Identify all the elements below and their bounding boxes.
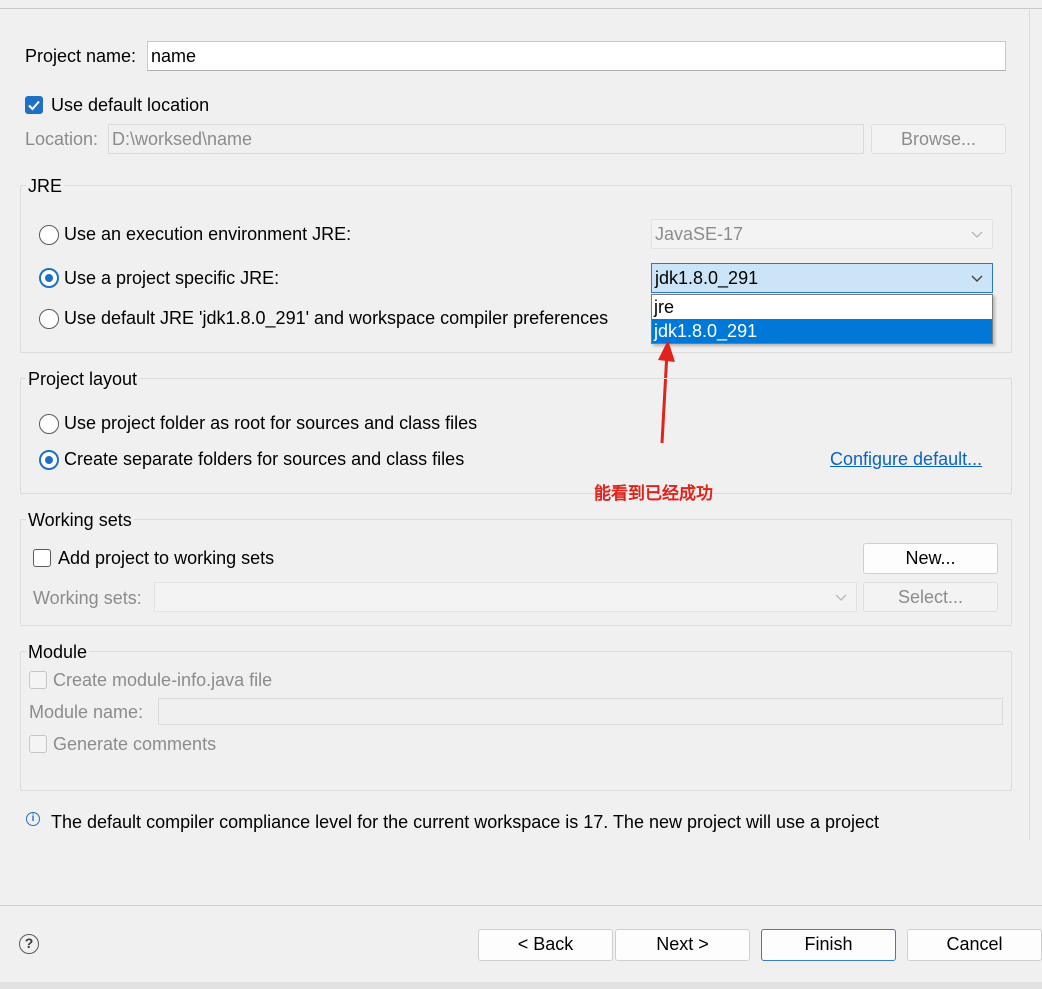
location-input[interactable]: D:\worksed\name — [108, 124, 864, 154]
jre-dropdown-list: jre jdk1.8.0_291 — [651, 294, 993, 344]
cancel-button[interactable]: Cancel — [907, 929, 1042, 961]
working-sets-label: Working sets: — [33, 588, 142, 608]
right-scroll-track — [1029, 10, 1030, 840]
layout-root-label: Use project folder as root for sources a… — [64, 413, 478, 433]
project-specific-jre-select[interactable]: jdk1.8.0_291 — [651, 263, 993, 293]
module-group-label: Module — [26, 641, 90, 663]
generate-comments-checkbox[interactable] — [29, 735, 47, 753]
layout-root-radio[interactable] — [39, 414, 59, 434]
success-annotation: 能看到已经成功 — [594, 484, 713, 503]
jre-execution-env-label: Use an execution environment JRE: — [64, 224, 352, 244]
chevron-down-icon — [971, 275, 983, 282]
project-name-label: Project name: — [25, 46, 137, 66]
checkmark-icon — [28, 100, 40, 111]
finish-button[interactable]: Finish — [761, 929, 896, 961]
project-specific-jre-value: jdk1.8.0_291 — [655, 268, 759, 288]
project-layout-group-label: Project layout — [26, 368, 140, 390]
jre-execution-env-radio[interactable] — [39, 225, 59, 245]
jre-project-specific-label: Use a project specific JRE: — [64, 268, 280, 288]
project-name-input[interactable]: name — [147, 41, 1006, 71]
add-to-working-sets-label: Add project to working sets — [58, 548, 275, 568]
jre-dropdown-option-jdk[interactable]: jdk1.8.0_291 — [652, 319, 992, 343]
layout-separate-label: Create separate folders for sources and … — [64, 449, 465, 469]
working-sets-group-label: Working sets — [26, 509, 134, 531]
generate-comments-label: Generate comments — [53, 734, 217, 754]
compliance-info-message: The default compiler compliance level fo… — [51, 812, 880, 832]
create-module-info-checkbox[interactable] — [29, 671, 47, 689]
top-divider — [0, 8, 1042, 9]
execution-env-value: JavaSE-17 — [655, 224, 744, 244]
browse-button[interactable]: Browse... — [871, 124, 1006, 154]
location-label: Location: — [25, 129, 99, 149]
chevron-down-icon — [835, 594, 847, 601]
use-default-location-label: Use default location — [51, 95, 210, 115]
configure-default-link[interactable]: Configure default... — [830, 447, 982, 471]
jre-project-specific-radio[interactable] — [39, 268, 59, 288]
select-working-sets-button[interactable]: Select... — [863, 582, 998, 612]
module-name-label: Module name: — [29, 702, 144, 722]
working-sets-select[interactable] — [154, 582, 857, 612]
layout-separate-radio[interactable] — [39, 450, 59, 470]
back-button[interactable]: < Back — [478, 929, 613, 961]
new-working-set-button[interactable]: New... — [863, 543, 998, 574]
jre-dropdown-option-jre[interactable]: jre — [652, 295, 992, 319]
jre-group-label: JRE — [26, 175, 65, 197]
execution-env-select[interactable]: JavaSE-17 — [651, 219, 993, 249]
use-default-location-checkbox[interactable] — [25, 96, 43, 114]
info-icon: i — [26, 812, 40, 826]
help-icon[interactable]: ? — [19, 934, 39, 954]
module-name-input[interactable] — [158, 698, 1003, 725]
add-to-working-sets-checkbox[interactable] — [33, 549, 51, 567]
project-layout-group — [20, 378, 1012, 494]
jre-default-radio[interactable] — [39, 309, 59, 329]
jre-default-label: Use default JRE 'jdk1.8.0_291' and works… — [64, 308, 609, 328]
chevron-down-icon — [971, 231, 983, 238]
footer-divider — [0, 905, 1042, 906]
window-bottom-edge — [0, 982, 1042, 989]
create-module-info-label: Create module-info.java file — [53, 670, 273, 690]
next-button[interactable]: Next > — [615, 929, 750, 961]
